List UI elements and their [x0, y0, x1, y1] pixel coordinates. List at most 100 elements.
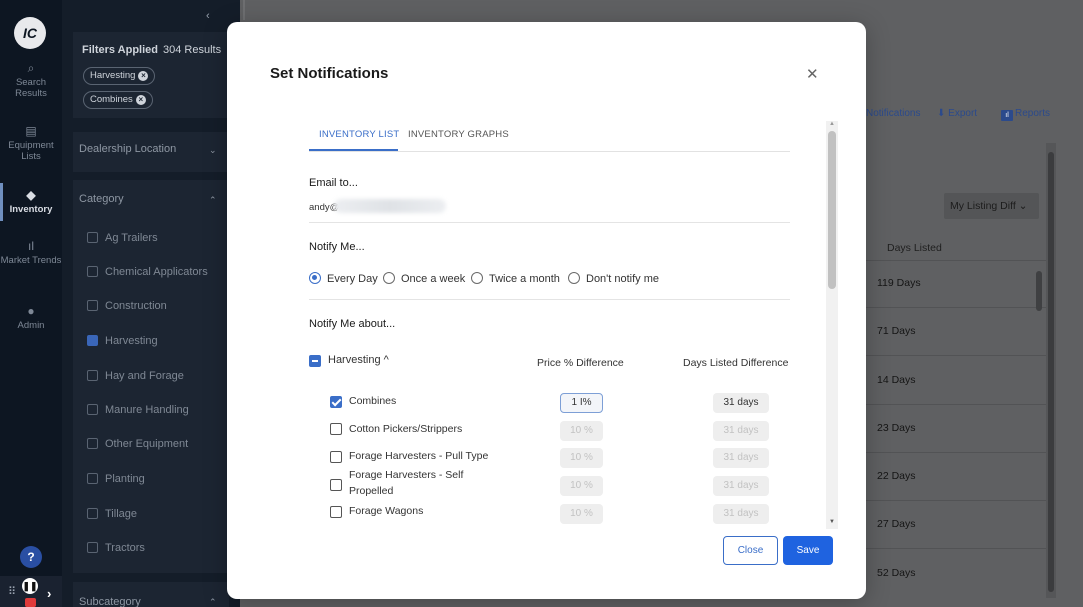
category-item-label: Chemical Applicators: [105, 266, 208, 278]
checkbox-checked[interactable]: [87, 335, 98, 346]
checkbox-forage-harvesters-self[interactable]: [330, 479, 342, 491]
radio-selected[interactable]: [309, 272, 321, 284]
checkbox-combines[interactable]: [330, 396, 342, 408]
chevron-up-icon[interactable]: ⌃: [209, 195, 217, 206]
scroll-up-icon[interactable]: ▲: [829, 121, 835, 127]
results-count: 304 Results: [163, 44, 222, 56]
filter-chip-combines[interactable]: Combines ×: [83, 91, 153, 109]
radio-button[interactable]: [568, 272, 580, 284]
checkbox[interactable]: [87, 266, 98, 277]
category-item-manure-handling[interactable]: Manure Handling: [87, 404, 189, 416]
price-diff-input[interactable]: 10 %: [560, 421, 603, 441]
days-diff-input-combines[interactable]: 31 days: [713, 393, 769, 413]
days-diff-input[interactable]: 31 days: [713, 448, 769, 468]
help-button[interactable]: ?: [20, 546, 42, 568]
remove-chip-icon[interactable]: ×: [138, 71, 149, 81]
category-item-chemical-applicators[interactable]: Chemical Applicators: [87, 266, 208, 278]
category-item-other-equipment[interactable]: Other Equipment: [87, 438, 188, 450]
pause-icon[interactable]: ❚❚: [22, 578, 38, 594]
drag-grip-icon[interactable]: ⠿: [8, 585, 16, 598]
price-diff-header: Price % Difference: [537, 357, 624, 369]
rail-item-admin[interactable]: ● Admin: [0, 304, 62, 331]
radio-every-day[interactable]: Every Day: [309, 272, 378, 285]
days-diff-input[interactable]: 31 days: [713, 504, 769, 524]
chevron-up-icon[interactable]: ⌃: [209, 597, 217, 607]
category-item-planting[interactable]: Planting: [87, 473, 145, 485]
active-tab-indicator: [309, 149, 398, 151]
category-item-harvesting[interactable]: Harvesting: [87, 335, 158, 347]
category-item-label: Tractors: [105, 542, 145, 554]
reports-link[interactable]: ıl Reports: [1001, 108, 1050, 121]
harvesting-indeterminate-checkbox[interactable]: [309, 355, 321, 367]
category-item-tillage[interactable]: Tillage: [87, 508, 137, 520]
category-item-construction[interactable]: Construction: [87, 300, 167, 312]
radio-twice-a-month[interactable]: Twice a month: [471, 272, 560, 285]
stop-icon[interactable]: [25, 598, 36, 607]
item-forage-harvesters-self: Forage Harvesters - Self Propelled: [349, 469, 464, 497]
price-diff-input[interactable]: 10 %: [560, 448, 603, 468]
checkbox[interactable]: [87, 542, 98, 553]
checkbox-forage-wagons[interactable]: [330, 506, 342, 518]
tab-inventory-list[interactable]: INVENTORY LIST: [319, 129, 399, 140]
category-label[interactable]: Category: [79, 193, 124, 205]
divider: [309, 299, 790, 300]
checkbox[interactable]: [87, 404, 98, 415]
download-icon: ⬇: [937, 108, 949, 119]
rail-item-search-results[interactable]: ⌕ Search Results: [0, 62, 62, 99]
days-listed-header[interactable]: Days Listed: [887, 242, 942, 254]
filter-chip-harvesting[interactable]: Harvesting ×: [83, 67, 156, 85]
chip-label: Harvesting: [90, 70, 136, 81]
bar-chart-icon: ıl: [28, 239, 34, 253]
item-forage-harvesters-pull: Forage Harvesters - Pull Type: [349, 450, 489, 462]
rail-item-market-trends[interactable]: ıl Market Trends: [0, 239, 62, 266]
page-scrollbar-thumb[interactable]: [1048, 152, 1054, 592]
price-diff-input[interactable]: 10 %: [560, 504, 603, 524]
modal-title: Set Notifications: [270, 65, 389, 82]
radio-button[interactable]: [383, 272, 395, 284]
checkbox-cotton-pickers[interactable]: [330, 423, 342, 435]
chevron-right-icon[interactable]: ›: [47, 586, 51, 601]
checkbox-forage-harvesters-pull[interactable]: [330, 451, 342, 463]
export-label: Export: [948, 108, 978, 119]
radio-once-a-week[interactable]: Once a week: [383, 272, 465, 285]
category-item-tractors[interactable]: Tractors: [87, 542, 145, 554]
reports-label: Reports: [1015, 108, 1051, 119]
export-link[interactable]: ⬇ Export: [937, 108, 977, 119]
modal-scrollbar-thumb[interactable]: [828, 131, 836, 289]
tab-inventory-graphs[interactable]: INVENTORY GRAPHS: [408, 129, 509, 140]
price-diff-input[interactable]: 10 %: [560, 476, 603, 496]
days-listed-cell: 119 Days: [877, 277, 921, 289]
radio-dont-notify[interactable]: Don't notify me: [568, 272, 659, 285]
notifications-link[interactable]: Notifications: [866, 108, 920, 119]
listing-diff-dropdown[interactable]: My Listing Diff ⌄: [944, 193, 1039, 219]
category-item-hay-and-forage[interactable]: Hay and Forage: [87, 370, 184, 382]
chevron-down-icon: ⌄: [1015, 200, 1028, 212]
close-icon[interactable]: ✕: [806, 65, 819, 83]
user-icon: ●: [27, 304, 35, 318]
remove-chip-icon[interactable]: ×: [135, 95, 146, 105]
collapse-panel-icon[interactable]: ‹: [206, 10, 210, 22]
checkbox[interactable]: [87, 508, 98, 519]
rail-item-equipment-lists[interactable]: ▤ Equipment Lists: [0, 125, 62, 162]
checkbox[interactable]: [87, 438, 98, 449]
category-item-label: Manure Handling: [105, 404, 189, 416]
checkbox[interactable]: [87, 232, 98, 243]
close-button[interactable]: Close: [723, 536, 778, 565]
checkbox[interactable]: [87, 473, 98, 484]
days-diff-input[interactable]: 31 days: [713, 421, 769, 441]
category-item-label: Harvesting: [105, 335, 158, 347]
row-divider: [862, 307, 1047, 308]
harvesting-group-toggle[interactable]: Harvesting ^: [328, 354, 389, 366]
category-item-ag-trailers[interactable]: Ag Trailers: [87, 232, 158, 244]
radio-button[interactable]: [471, 272, 483, 284]
days-diff-input[interactable]: 31 days: [713, 476, 769, 496]
save-button[interactable]: Save: [783, 536, 833, 565]
days-listed-cell: 14 Days: [877, 374, 916, 386]
table-scrollbar-thumb[interactable]: [1036, 271, 1042, 311]
checkbox[interactable]: [87, 370, 98, 381]
price-diff-input-combines[interactable]: 1 I%: [560, 393, 603, 413]
chevron-down-icon[interactable]: ⌄: [209, 145, 217, 156]
scroll-down-icon[interactable]: ▼: [829, 519, 835, 525]
checkbox[interactable]: [87, 300, 98, 311]
rail-item-inventory[interactable]: ◆ Inventory: [0, 189, 62, 215]
